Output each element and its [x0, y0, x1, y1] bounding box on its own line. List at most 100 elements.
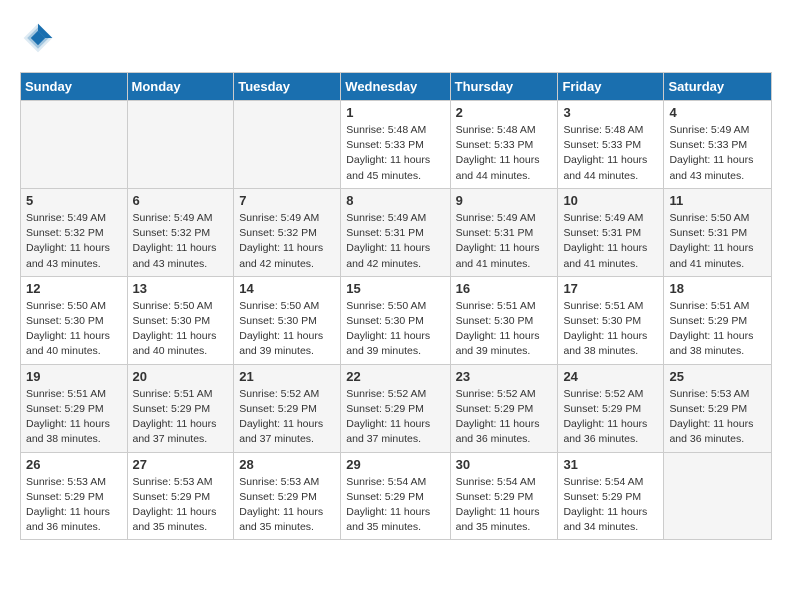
calendar-cell: 23 Sunrise: 5:52 AM Sunset: 5:29 PM Dayli… — [450, 364, 558, 452]
cell-info: Sunrise: 5:50 AM Sunset: 5:30 PM Dayligh… — [133, 299, 229, 360]
calendar-cell: 19 Sunrise: 5:51 AM Sunset: 5:29 PM Dayli… — [21, 364, 128, 452]
calendar-cell: 30 Sunrise: 5:54 AM Sunset: 5:29 PM Dayli… — [450, 452, 558, 540]
day-number: 16 — [456, 281, 553, 296]
cell-info: Sunrise: 5:51 AM Sunset: 5:29 PM Dayligh… — [26, 387, 122, 448]
cell-info: Sunrise: 5:52 AM Sunset: 5:29 PM Dayligh… — [456, 387, 553, 448]
day-number: 5 — [26, 193, 122, 208]
calendar-cell: 1Sunrise: 5:48 AM Sunset: 5:33 PM Daylig… — [341, 101, 450, 189]
page-header — [20, 20, 772, 56]
day-number: 4 — [669, 105, 766, 120]
calendar-cell: 25 Sunrise: 5:53 AM Sunset: 5:29 PM Dayli… — [664, 364, 772, 452]
day-number: 23 — [456, 369, 553, 384]
calendar-cell: 13 Sunrise: 5:50 AM Sunset: 5:30 PM Dayli… — [127, 276, 234, 364]
logo — [20, 20, 62, 56]
day-number: 3 — [563, 105, 658, 120]
cell-info: Sunrise: 5:49 AM Sunset: 5:32 PM Dayligh… — [26, 211, 122, 272]
cell-info: Sunrise: 5:52 AM Sunset: 5:29 PM Dayligh… — [346, 387, 444, 448]
cell-info: Sunrise: 5:53 AM Sunset: 5:29 PM Dayligh… — [669, 387, 766, 448]
day-number: 10 — [563, 193, 658, 208]
day-number: 26 — [26, 457, 122, 472]
day-number: 22 — [346, 369, 444, 384]
cell-info: Sunrise: 5:52 AM Sunset: 5:29 PM Dayligh… — [239, 387, 335, 448]
calendar-header-row: SundayMondayTuesdayWednesdayThursdayFrid… — [21, 73, 772, 101]
day-header-wednesday: Wednesday — [341, 73, 450, 101]
day-number: 6 — [133, 193, 229, 208]
calendar-cell: 11 Sunrise: 5:50 AM Sunset: 5:31 PM Dayli… — [664, 188, 772, 276]
calendar-cell: 17 Sunrise: 5:51 AM Sunset: 5:30 PM Dayli… — [558, 276, 664, 364]
cell-info: Sunrise: 5:54 AM Sunset: 5:29 PM Dayligh… — [563, 475, 658, 536]
day-number: 21 — [239, 369, 335, 384]
calendar-cell: 14 Sunrise: 5:50 AM Sunset: 5:30 PM Dayli… — [234, 276, 341, 364]
day-number: 30 — [456, 457, 553, 472]
calendar-cell: 27 Sunrise: 5:53 AM Sunset: 5:29 PM Dayli… — [127, 452, 234, 540]
calendar-cell: 16 Sunrise: 5:51 AM Sunset: 5:30 PM Dayli… — [450, 276, 558, 364]
logo-icon — [20, 20, 56, 56]
calendar-week-row: 12 Sunrise: 5:50 AM Sunset: 5:30 PM Dayli… — [21, 276, 772, 364]
calendar-cell: 3 Sunrise: 5:48 AM Sunset: 5:33 PM Daylig… — [558, 101, 664, 189]
calendar-week-row: 5 Sunrise: 5:49 AM Sunset: 5:32 PM Daylig… — [21, 188, 772, 276]
day-number: 19 — [26, 369, 122, 384]
calendar-cell: 20Sunrise: 5:51 AM Sunset: 5:29 PM Dayli… — [127, 364, 234, 452]
day-number: 9 — [456, 193, 553, 208]
cell-info: Sunrise: 5:51 AM Sunset: 5:30 PM Dayligh… — [456, 299, 553, 360]
calendar-cell: 28 Sunrise: 5:53 AM Sunset: 5:29 PM Dayli… — [234, 452, 341, 540]
cell-info: Sunrise: 5:49 AM Sunset: 5:31 PM Dayligh… — [563, 211, 658, 272]
calendar-week-row: 19 Sunrise: 5:51 AM Sunset: 5:29 PM Dayli… — [21, 364, 772, 452]
day-header-tuesday: Tuesday — [234, 73, 341, 101]
calendar-cell: 22 Sunrise: 5:52 AM Sunset: 5:29 PM Dayli… — [341, 364, 450, 452]
cell-info: Sunrise: 5:53 AM Sunset: 5:29 PM Dayligh… — [239, 475, 335, 536]
day-number: 7 — [239, 193, 335, 208]
day-header-friday: Friday — [558, 73, 664, 101]
cell-info: Sunrise: 5:50 AM Sunset: 5:30 PM Dayligh… — [26, 299, 122, 360]
day-number: 12 — [26, 281, 122, 296]
cell-info: Sunrise: 5:51 AM Sunset: 5:30 PM Dayligh… — [563, 299, 658, 360]
day-number: 15 — [346, 281, 444, 296]
cell-info: Sunrise: 5:49 AM Sunset: 5:31 PM Dayligh… — [456, 211, 553, 272]
day-number: 14 — [239, 281, 335, 296]
cell-info: Sunrise: 5:51 AM Sunset: 5:29 PM Dayligh… — [669, 299, 766, 360]
calendar-cell: 29Sunrise: 5:54 AM Sunset: 5:29 PM Dayli… — [341, 452, 450, 540]
calendar-table: SundayMondayTuesdayWednesdayThursdayFrid… — [20, 72, 772, 540]
calendar-cell: 10 Sunrise: 5:49 AM Sunset: 5:31 PM Dayli… — [558, 188, 664, 276]
calendar-cell: 8Sunrise: 5:49 AM Sunset: 5:31 PM Daylig… — [341, 188, 450, 276]
cell-info: Sunrise: 5:53 AM Sunset: 5:29 PM Dayligh… — [133, 475, 229, 536]
calendar-cell — [127, 101, 234, 189]
calendar-cell: 18 Sunrise: 5:51 AM Sunset: 5:29 PM Dayli… — [664, 276, 772, 364]
day-number: 13 — [133, 281, 229, 296]
calendar-cell: 7Sunrise: 5:49 AM Sunset: 5:32 PM Daylig… — [234, 188, 341, 276]
day-number: 29 — [346, 457, 444, 472]
cell-info: Sunrise: 5:50 AM Sunset: 5:30 PM Dayligh… — [239, 299, 335, 360]
day-number: 27 — [133, 457, 229, 472]
day-number: 11 — [669, 193, 766, 208]
day-number: 2 — [456, 105, 553, 120]
calendar-cell: 4Sunrise: 5:49 AM Sunset: 5:33 PM Daylig… — [664, 101, 772, 189]
day-header-sunday: Sunday — [21, 73, 128, 101]
cell-info: Sunrise: 5:52 AM Sunset: 5:29 PM Dayligh… — [563, 387, 658, 448]
calendar-cell: 6 Sunrise: 5:49 AM Sunset: 5:32 PM Daylig… — [127, 188, 234, 276]
calendar-cell: 9 Sunrise: 5:49 AM Sunset: 5:31 PM Daylig… — [450, 188, 558, 276]
day-number: 17 — [563, 281, 658, 296]
calendar-cell — [234, 101, 341, 189]
day-number: 18 — [669, 281, 766, 296]
cell-info: Sunrise: 5:48 AM Sunset: 5:33 PM Dayligh… — [456, 123, 553, 184]
cell-info: Sunrise: 5:53 AM Sunset: 5:29 PM Dayligh… — [26, 475, 122, 536]
cell-info: Sunrise: 5:49 AM Sunset: 5:32 PM Dayligh… — [133, 211, 229, 272]
day-number: 8 — [346, 193, 444, 208]
calendar-cell: 5 Sunrise: 5:49 AM Sunset: 5:32 PM Daylig… — [21, 188, 128, 276]
calendar-cell: 26 Sunrise: 5:53 AM Sunset: 5:29 PM Dayli… — [21, 452, 128, 540]
day-header-saturday: Saturday — [664, 73, 772, 101]
calendar-cell — [21, 101, 128, 189]
calendar-cell: 15 Sunrise: 5:50 AM Sunset: 5:30 PM Dayli… — [341, 276, 450, 364]
day-header-monday: Monday — [127, 73, 234, 101]
cell-info: Sunrise: 5:48 AM Sunset: 5:33 PM Dayligh… — [563, 123, 658, 184]
calendar-cell: 21 Sunrise: 5:52 AM Sunset: 5:29 PM Dayli… — [234, 364, 341, 452]
calendar-week-row: 1Sunrise: 5:48 AM Sunset: 5:33 PM Daylig… — [21, 101, 772, 189]
cell-info: Sunrise: 5:50 AM Sunset: 5:31 PM Dayligh… — [669, 211, 766, 272]
cell-info: Sunrise: 5:54 AM Sunset: 5:29 PM Dayligh… — [456, 475, 553, 536]
day-number: 25 — [669, 369, 766, 384]
calendar-cell: 24Sunrise: 5:52 AM Sunset: 5:29 PM Dayli… — [558, 364, 664, 452]
calendar-cell: 2 Sunrise: 5:48 AM Sunset: 5:33 PM Daylig… — [450, 101, 558, 189]
day-number: 28 — [239, 457, 335, 472]
cell-info: Sunrise: 5:50 AM Sunset: 5:30 PM Dayligh… — [346, 299, 444, 360]
day-number: 20 — [133, 369, 229, 384]
